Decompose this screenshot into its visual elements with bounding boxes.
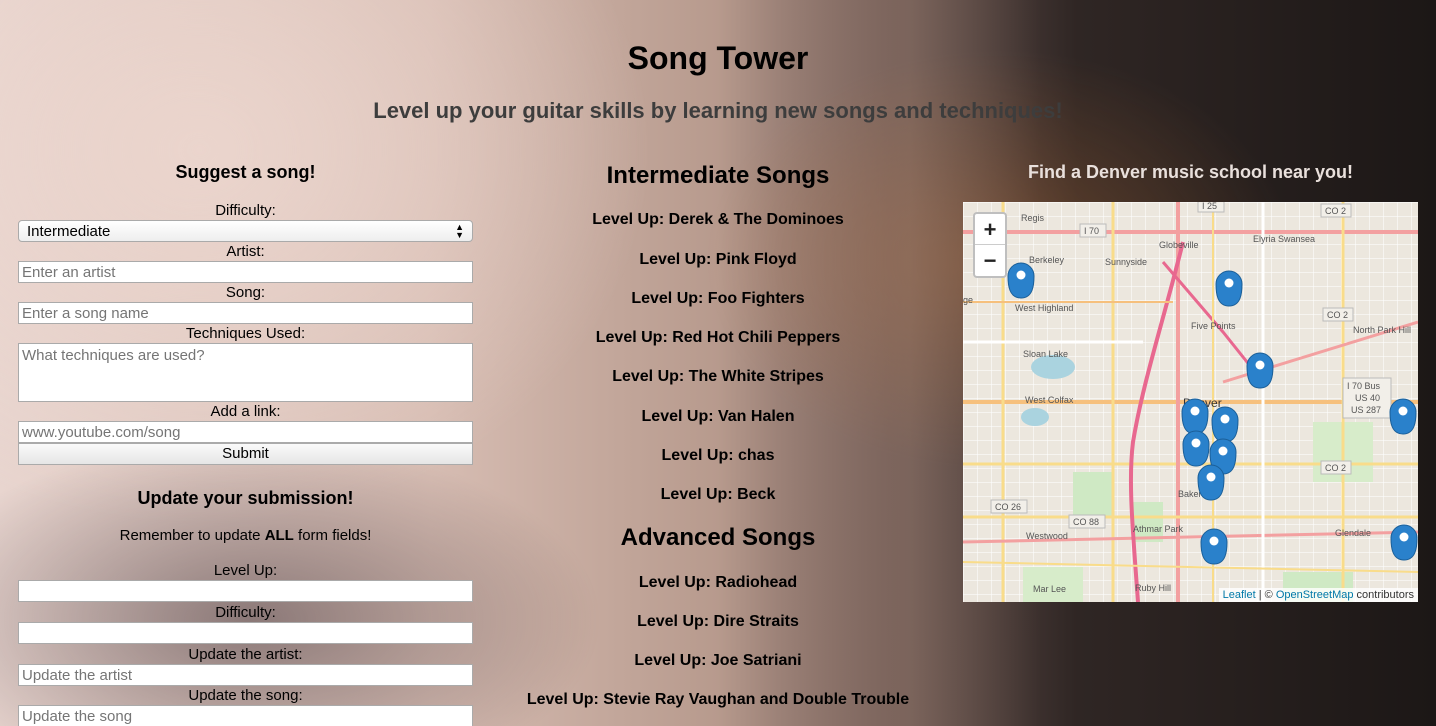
map-label: ge [963,295,973,305]
zoom-out-button[interactable]: − [975,245,1005,276]
map-label: Westwood [1026,531,1068,541]
map-label: CO 2 [1325,206,1346,216]
update-artist-input[interactable] [18,664,473,686]
map-marker-icon[interactable] [1197,464,1225,501]
map-label: Elyria Swansea [1253,234,1315,244]
map-label: Baker [1178,489,1202,499]
update-reminder: Remember to update ALL form fields! [18,527,473,544]
map-label: Regis [1021,213,1045,223]
techniques-textarea[interactable] [18,343,473,402]
map-marker-icon[interactable] [1390,524,1418,561]
map-label: US 287 [1351,405,1381,415]
update-song-input[interactable] [18,705,473,726]
song-label: Song: [225,284,266,301]
page-subtitle: Level up your guitar skills by learning … [373,98,1063,123]
song-item: Level Up: chas [661,447,775,464]
link-label: Add a link: [210,403,281,420]
map-marker-icon[interactable] [1007,262,1035,299]
page-title: Song Tower [627,40,809,76]
map-label: West Colfax [1025,395,1074,405]
osm-link[interactable]: OpenStreetMap [1276,589,1354,601]
update-level-label: Level Up: [213,562,278,579]
song-item: Level Up: Van Halen [641,408,795,425]
map-attribution: Leaflet | © OpenStreetMap contributors [1218,588,1418,602]
song-item: Level Up: Radiohead [638,574,798,591]
song-item: Level Up: Pink Floyd [639,251,797,268]
map-label: Sloan Lake [1023,349,1068,359]
map-label: CO 26 [995,502,1021,512]
song-item: Level Up: Dire Straits [637,613,799,630]
submit-button[interactable]: Submit [18,443,473,465]
map-marker-icon[interactable] [1181,398,1209,435]
attribution-separator: | © [1255,589,1276,601]
song-item: Level Up: Derek & The Dominoes [592,211,844,228]
map-label: CO 2 [1325,463,1346,473]
map-label: Athmar Park [1133,524,1184,534]
update-difficulty-input[interactable] [18,622,473,644]
song-item: Level Up: Joe Satriani [634,652,802,669]
update-artist-label: Update the artist: [188,646,303,663]
song-input[interactable] [18,302,473,324]
map-label: I 70 [1084,226,1099,236]
map-label: CO 2 [1327,310,1348,320]
map-label: US 40 [1355,393,1380,403]
map-marker-icon[interactable] [1211,406,1239,443]
artist-label: Artist: [226,243,265,260]
suggest-heading: Suggest a song! [175,162,316,182]
zoom-in-button[interactable]: + [975,214,1005,245]
map-label: I 25 [1202,202,1217,211]
update-level-input[interactable] [18,580,473,602]
map-label: Five Points [1191,321,1236,331]
reminder-prefix: Remember to update [119,527,265,544]
map-label: West Highland [1015,303,1073,313]
difficulty-value: Intermediate [27,222,111,240]
song-item: Level Up: The White Stripes [612,368,824,385]
select-arrows-icon: ▲ ▼ [455,222,464,240]
reminder-suffix: form fields! [293,527,372,544]
map-label: Ruby Hill [1135,583,1171,593]
map-label: North Park Hill [1353,325,1411,335]
update-form: Level Up: Difficulty: Update the artist:… [18,561,473,726]
update-song-label: Update the song: [188,687,303,704]
map-label: Mar Lee [1033,584,1066,594]
reminder-bold: ALL [264,527,294,544]
song-item: Level Up: Stevie Ray Vaughan and Double … [526,691,910,708]
map-tiles: Regis I 25 CO 2 I 70 Globeville Elyria S… [963,202,1418,602]
map-label: CO 88 [1073,517,1099,527]
intermediate-heading: Intermediate Songs [606,162,830,189]
map-label: I 70 Bus [1347,381,1381,391]
map-view[interactable]: Regis I 25 CO 2 I 70 Globeville Elyria S… [963,202,1418,602]
map-label: Glendale [1335,528,1371,538]
map-label: Sunnyside [1105,257,1147,267]
map-label: Berkeley [1029,255,1065,265]
map-marker-icon[interactable] [1182,430,1210,467]
map-label: Globeville [1159,240,1199,250]
leaflet-link[interactable]: Leaflet [1223,589,1256,601]
map-marker-icon[interactable] [1200,528,1228,565]
update-heading: Update your submission! [137,488,354,508]
difficulty-label: Difficulty: [215,202,276,219]
zoom-control: + − [973,212,1007,278]
map-heading: Find a Denver music school near you! [1027,162,1354,182]
advanced-heading: Advanced Songs [620,524,816,551]
techniques-label: Techniques Used: [185,325,306,342]
link-input[interactable] [18,421,473,443]
map-marker-icon[interactable] [1389,398,1417,435]
artist-input[interactable] [18,261,473,283]
map-marker-icon[interactable] [1246,352,1274,389]
attribution-suffix: contributors [1353,589,1414,601]
song-item: Level Up: Beck [660,486,776,503]
song-item: Level Up: Foo Fighters [631,290,805,307]
song-item: Level Up: Red Hot Chili Peppers [595,329,841,346]
map-marker-icon[interactable] [1215,270,1243,307]
difficulty-select[interactable]: Intermediate ▲ ▼ [18,220,473,242]
update-difficulty-label: Difficulty: [215,604,276,621]
